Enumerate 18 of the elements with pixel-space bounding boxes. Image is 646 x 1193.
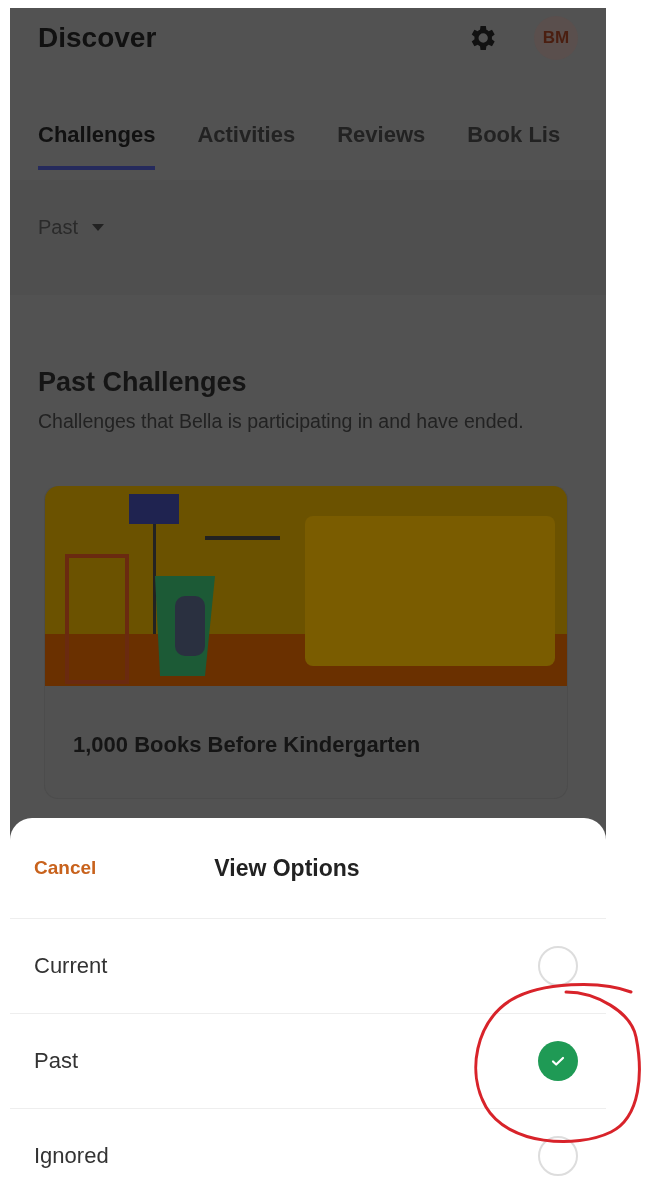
avatar-button[interactable]: BM: [534, 16, 578, 60]
section-title: Past Challenges: [38, 367, 248, 398]
challenge-card[interactable]: 1,000 Books Before Kindergarten: [44, 486, 568, 799]
option-label: Current: [34, 953, 108, 979]
tab[interactable]: Challenges: [38, 122, 156, 170]
page-title: Discover: [38, 22, 158, 54]
radio-button[interactable]: [538, 1136, 578, 1176]
sheet-title: View Options: [214, 854, 360, 882]
caret-icon: [92, 224, 105, 231]
option-label: Ignored: [34, 1143, 109, 1169]
option-label: Past: [34, 1048, 79, 1074]
option-row[interactable]: Past: [10, 1014, 606, 1109]
checked-radio-icon[interactable]: [538, 1041, 578, 1081]
card-title: 1,000 Books Before Kindergarten: [72, 731, 422, 759]
option-row[interactable]: Current: [10, 919, 606, 1014]
option-row[interactable]: Ignored: [10, 1109, 606, 1193]
radio-button[interactable]: [538, 946, 578, 986]
cancel-button[interactable]: Cancel: [34, 857, 97, 879]
